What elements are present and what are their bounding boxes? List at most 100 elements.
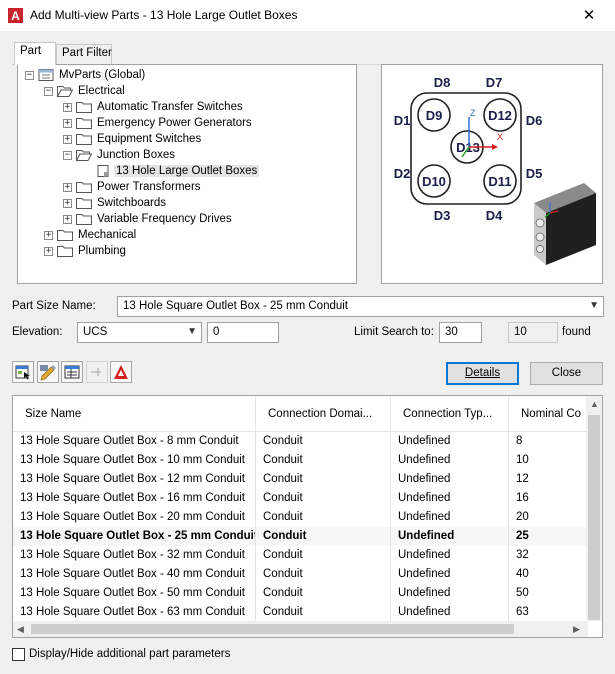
folder-icon [76, 133, 95, 145]
label-d12: D12 [488, 108, 512, 123]
expand-icon[interactable]: + [44, 230, 53, 240]
tree-item[interactable]: + Automatic Transfer Switches [63, 99, 245, 115]
elevation-reference-value: UCS [83, 326, 108, 338]
window-close-button[interactable]: ✕ [576, 6, 602, 26]
edit-part-button[interactable] [37, 361, 59, 383]
cell-size-name: 13 Hole Square Outlet Box - 10 mm Condui… [13, 451, 256, 470]
column-header-nominal-code[interactable]: Nominal Co [509, 396, 589, 432]
autocad-app-icon: A [8, 8, 23, 23]
scroll-right-icon[interactable]: ▶ [573, 624, 580, 635]
vertical-scrollbar[interactable]: ▲ [586, 396, 602, 621]
table-row[interactable]: 13 Hole Square Outlet Box - 32 mm Condui… [13, 546, 588, 565]
part-size-grid[interactable]: Size Name Connection Domai... Connection… [12, 395, 603, 638]
catalog-browse-button[interactable] [12, 361, 34, 383]
label-d11: D11 [488, 174, 511, 189]
cell-connection-type: Undefined [391, 603, 509, 622]
horizontal-scroll-thumb[interactable] [31, 624, 514, 634]
list-view-button[interactable] [61, 361, 83, 383]
scroll-left-icon[interactable]: ◀ [17, 624, 24, 635]
limit-search-input[interactable]: 30 [439, 322, 482, 343]
part-catalog-tree[interactable]: − MvParts (Global) − Electrical + Automatic T… [17, 64, 357, 284]
expand-icon[interactable]: + [63, 198, 72, 208]
cell-connection-type: Undefined [391, 527, 509, 546]
elevation-reference-combo[interactable]: UCS ▼ [77, 322, 202, 343]
cell-connection-type: Undefined [391, 470, 509, 489]
cell-connection-domain: Conduit [256, 584, 391, 603]
close-button[interactable]: Close [530, 362, 603, 385]
cell-nominal-code: 50 [516, 587, 529, 599]
tree-item[interactable]: + Variable Frequency Drives [63, 211, 234, 227]
insert-button-disabled [86, 361, 108, 383]
part-preview: D8 D7 D1 D6 D2 D5 D3 D4 D9 D12 D13 D10 D… [381, 64, 603, 284]
table-row[interactable]: 13 Hole Square Outlet Box - 20 mm Condui… [13, 508, 588, 527]
label-d8: D8 [434, 75, 451, 90]
cell-connection-domain: Conduit [256, 451, 391, 470]
table-row[interactable]: 13 Hole Square Outlet Box - 12 mm Condui… [13, 470, 588, 489]
tab-part[interactable]: Part [14, 42, 56, 65]
part-size-name-value: 13 Hole Square Outlet Box - 25 mm Condui… [123, 300, 349, 312]
folder-icon [76, 181, 95, 193]
table-row[interactable]: 13 Hole Square Outlet Box - 25 mm Condui… [13, 527, 588, 546]
column-header-connection-domain[interactable]: Connection Domai... [256, 396, 391, 432]
horizontal-scrollbar[interactable]: ◀ ▶ [13, 621, 588, 637]
tree-item-label: Automatic Transfer Switches [97, 101, 243, 113]
tree-item[interactable]: 13 Hole Large Outlet Boxes [82, 163, 260, 179]
svg-text:A: A [11, 9, 20, 23]
cell-connection-domain: Conduit [256, 489, 391, 508]
label-d2: D2 [394, 166, 411, 181]
catalog-browse-icon [15, 365, 30, 380]
autocad-button[interactable] [110, 361, 132, 383]
cell-connection-type: Undefined [391, 508, 509, 527]
table-row[interactable]: 13 Hole Square Outlet Box - 16 mm Condui… [13, 489, 588, 508]
elevation-label: Elevation: [12, 326, 63, 338]
expand-icon[interactable]: + [63, 214, 72, 224]
insert-disabled-icon [91, 368, 101, 376]
tab-part-filter[interactable]: Part Filter [56, 44, 112, 64]
tree-item[interactable]: + Switchboards [63, 195, 168, 211]
tree-item[interactable]: + Mechanical [44, 227, 138, 243]
expand-icon[interactable]: + [63, 102, 72, 112]
elevation-value-input[interactable]: 0 [207, 322, 279, 343]
collapse-icon[interactable]: − [25, 70, 34, 80]
column-header-size-name[interactable]: Size Name [13, 396, 256, 432]
collapse-icon[interactable]: − [44, 86, 53, 96]
column-header-connection-type[interactable]: Connection Typ... [391, 396, 509, 432]
tree-item[interactable]: − Junction Boxes [63, 147, 177, 163]
part-size-name-combo[interactable]: 13 Hole Square Outlet Box - 25 mm Condui… [117, 296, 604, 317]
expand-icon[interactable]: + [63, 182, 72, 192]
collapse-icon[interactable]: − [63, 150, 72, 160]
tree-item[interactable]: + Plumbing [44, 243, 128, 259]
cell-size-name: 13 Hole Square Outlet Box - 32 mm Condui… [13, 546, 256, 565]
tree-item[interactable]: + Power Transformers [63, 179, 203, 195]
cell-connection-domain: Conduit [256, 470, 391, 489]
table-row[interactable]: 13 Hole Square Outlet Box - 50 mm Condui… [13, 584, 588, 603]
vertical-scroll-thumb[interactable] [588, 415, 600, 620]
expand-icon[interactable]: + [63, 118, 72, 128]
additional-parameters-label: Display/Hide additional part parameters [29, 648, 231, 660]
expand-icon[interactable]: + [44, 246, 53, 256]
expand-icon[interactable]: + [63, 134, 72, 144]
cell-nominal-code: 32 [516, 549, 529, 561]
details-button-label: Details [464, 367, 501, 379]
table-row[interactable]: 13 Hole Square Outlet Box - 40 mm Condui… [13, 565, 588, 584]
details-button[interactable]: Details [446, 362, 519, 385]
tree-item-label: Mechanical [78, 229, 137, 241]
cell-connection-domain: Conduit [256, 546, 391, 565]
table-row[interactable]: 13 Hole Square Outlet Box - 8 mm Conduit… [13, 432, 588, 451]
table-row[interactable]: 13 Hole Square Outlet Box - 10 mm Condui… [13, 451, 588, 470]
scroll-up-icon[interactable]: ▲ [590, 399, 599, 409]
tree-item[interactable]: + Emergency Power Generators [63, 115, 254, 131]
cell-connection-type: Undefined [391, 489, 509, 508]
part-size-name-label: Part Size Name: [12, 300, 96, 312]
tree-item-label: Variable Frequency Drives [97, 213, 232, 225]
folder-icon [57, 245, 76, 257]
table-row[interactable]: 13 Hole Square Outlet Box - 63 mm Condui… [13, 603, 588, 622]
tree-item-label: Switchboards [97, 197, 167, 209]
cell-connection-type: Undefined [391, 546, 509, 565]
cell-connection-type: Undefined [391, 451, 509, 470]
tree-item[interactable]: − Electrical [44, 83, 127, 99]
tree-item[interactable]: − MvParts (Global) [25, 67, 147, 83]
tree-item[interactable]: + Equipment Switches [63, 131, 203, 147]
additional-parameters-checkbox[interactable] [12, 648, 25, 661]
cell-nominal-code: 16 [516, 492, 529, 504]
